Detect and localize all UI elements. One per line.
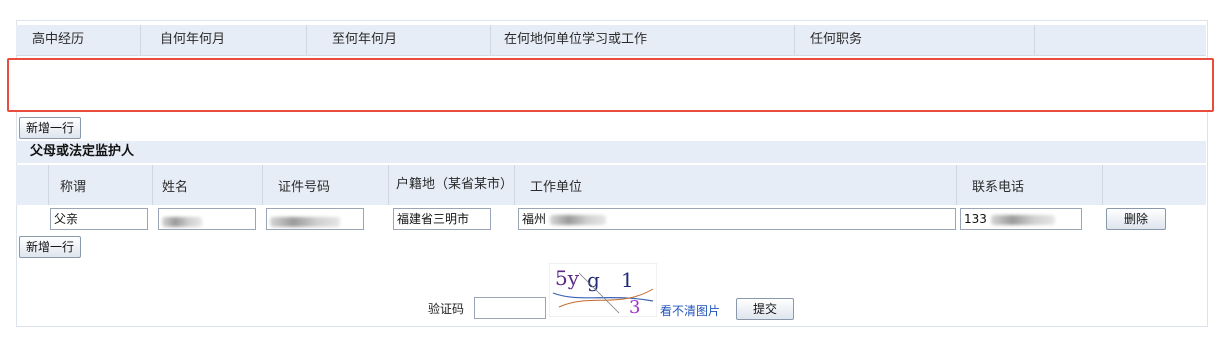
col-sep <box>140 25 141 55</box>
col-to-date: 至何年何月 <box>332 32 398 47</box>
col-sep <box>794 25 795 55</box>
col-sep <box>956 165 957 205</box>
col-title: 称谓 <box>60 179 87 195</box>
submit-button[interactable]: 提交 <box>736 298 794 320</box>
col-high-school: 高中经历 <box>32 32 85 47</box>
redacted-value <box>162 217 202 227</box>
redacted-value <box>990 214 1055 225</box>
work-unit-text: 福州 <box>522 212 547 226</box>
high-school-empty-row <box>7 58 1214 112</box>
col-hukou: 户籍地（某省某市） <box>396 177 514 192</box>
col-name: 姓名 <box>162 179 189 195</box>
guardian-section-title: 父母或法定监护人 <box>30 144 135 159</box>
captcha-char: 1 <box>621 268 634 292</box>
col-place-unit: 在何地何单位学习或工作 <box>504 32 648 47</box>
col-sep <box>1034 25 1035 55</box>
guardian-phone-input[interactable]: 133 <box>960 208 1082 230</box>
captcha-char: 5y <box>555 266 580 290</box>
col-sep <box>388 165 389 205</box>
delete-button[interactable]: 删除 <box>1106 208 1166 230</box>
captcha-char: 3 <box>629 297 640 317</box>
col-work-unit: 工作单位 <box>530 179 583 195</box>
captcha-refresh-link[interactable]: 看不清图片 <box>660 302 720 319</box>
col-phone: 联系电话 <box>972 179 1025 195</box>
captcha-label: 验证码 <box>428 302 465 316</box>
col-sep <box>306 25 307 55</box>
add-row-button[interactable]: 新增一行 <box>19 236 82 258</box>
col-position: 任何职务 <box>810 32 863 47</box>
captcha-image[interactable]: 5y g 1 3 <box>549 263 657 317</box>
guardian-section-bar <box>16 141 1206 163</box>
high-school-header: 高中经历 自何年何月 至何年何月 在何地何单位学习或工作 任何职务 <box>16 25 1206 56</box>
col-sep <box>514 165 515 205</box>
col-sep <box>262 165 263 205</box>
guardian-id-input[interactable] <box>266 208 364 230</box>
col-sep <box>490 25 491 55</box>
col-id-number: 证件号码 <box>278 179 331 195</box>
guardian-name-input[interactable] <box>158 208 256 230</box>
guardian-title-input[interactable]: 父亲 <box>50 208 148 230</box>
phone-text: 133 <box>964 212 987 226</box>
captcha-char: g <box>587 268 600 292</box>
captcha-input[interactable] <box>474 297 546 319</box>
guardian-work-unit-input[interactable]: 福州 <box>518 208 956 230</box>
redacted-value <box>549 214 606 225</box>
guardian-hukou-input[interactable]: 福建省三明市 <box>393 208 491 230</box>
guardian-table-header <box>16 165 1206 205</box>
col-sep <box>48 165 49 205</box>
add-row-button[interactable]: 新增一行 <box>19 117 82 139</box>
col-sep <box>152 165 153 205</box>
redacted-value <box>270 217 340 227</box>
col-sep <box>1102 165 1103 205</box>
col-from-date: 自何年何月 <box>160 32 226 47</box>
